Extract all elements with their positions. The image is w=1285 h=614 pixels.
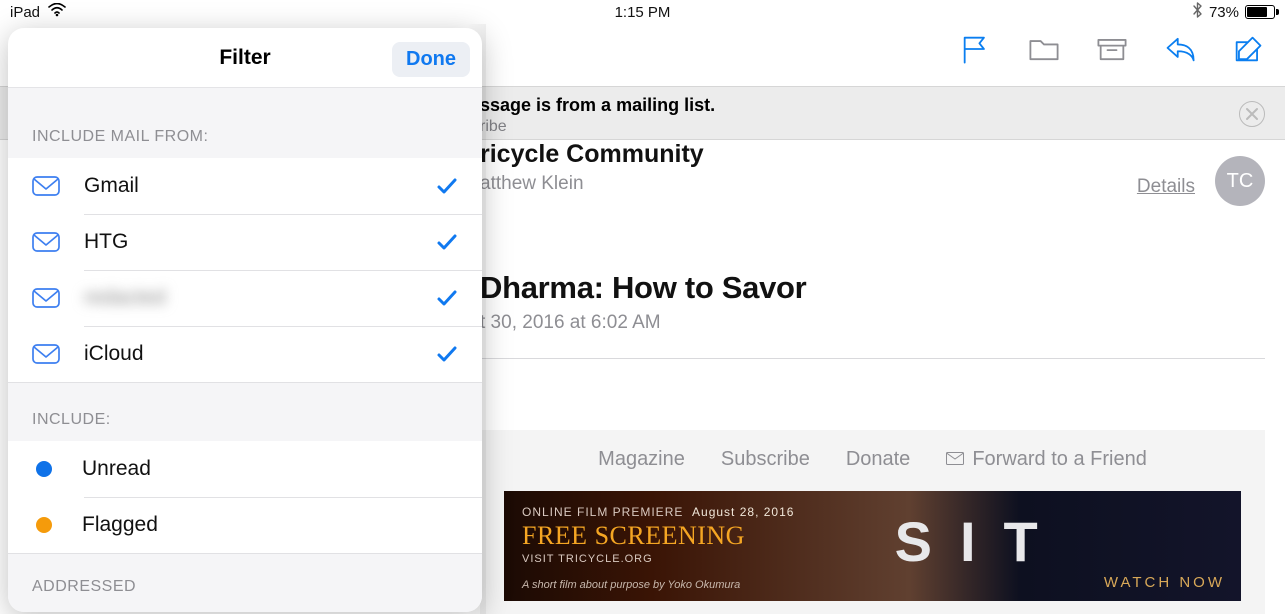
nav-link[interactable]: Magazine [598,448,685,471]
done-button[interactable]: Done [392,42,470,77]
message-header: ricycle Community atthew Klein Details T… [480,140,1265,195]
status-dot-icon [36,517,52,533]
reply-icon[interactable] [1163,34,1197,69]
envelope-icon [946,448,964,471]
close-icon[interactable] [1239,101,1265,127]
status-dot-icon [36,461,52,477]
status-bar: iPad 1:15 PM 73% [0,0,1285,24]
mail-icon [32,344,60,364]
device-label: iPad [10,4,40,21]
newsletter-nav: Magazine Subscribe Donate Forward to a F… [504,448,1241,471]
account-row[interactable]: iCloud [8,326,482,382]
checkmark-icon [436,231,458,253]
account-label: iCloud [84,342,144,366]
flag-icon[interactable] [959,34,993,69]
include-row[interactable]: Unread [8,441,482,497]
account-label: redacted [84,286,166,310]
archive-icon[interactable] [1095,34,1129,69]
checkmark-icon [436,287,458,309]
checkmark-icon [436,175,458,197]
filter-popover: Filter Done INCLUDE MAIL FROM: Gmail HTG r… [8,28,482,612]
nav-link[interactable]: Subscribe [721,448,810,471]
nav-link[interactable]: Donate [846,448,911,471]
subject-block: Dharma: How to Savor t 30, 2016 at 6:02 … [480,270,1265,334]
include-label: Flagged [82,513,158,537]
avatar[interactable]: TC [1215,156,1265,206]
popover-title: Filter [219,46,270,70]
message-body: Magazine Subscribe Donate Forward to a F… [480,430,1265,614]
promo-banner[interactable]: ONLINE FILM PREMIERE August 28, 2016 FRE… [504,491,1241,601]
section-header-addressed: ADDRESSED [8,554,482,612]
checkmark-icon [436,343,458,365]
account-row[interactable]: Gmail [8,158,482,214]
section-header-accounts: INCLUDE MAIL FROM: [8,88,482,158]
account-label: Gmail [84,174,139,198]
nav-link[interactable]: Forward to a Friend [946,448,1147,471]
popover-header: Filter Done [8,28,482,88]
account-label: HTG [84,230,128,254]
notice-subtext: ribe [480,118,715,136]
message-date: t 30, 2016 at 6:02 AM [480,312,1265,334]
bluetooth-icon [1192,2,1203,22]
mail-icon [32,232,60,252]
include-list: Unread Flagged [8,441,482,554]
folder-icon[interactable] [1027,34,1061,69]
mail-icon [32,176,60,196]
divider [480,358,1265,359]
battery-icon [1245,5,1275,19]
section-header-include: INCLUDE: [8,383,482,441]
include-row[interactable]: Flagged [8,497,482,553]
wifi-icon [48,3,66,21]
details-link[interactable]: Details [1137,176,1195,198]
include-label: Unread [82,457,151,481]
mail-icon [32,288,60,308]
notice-text: ssage is from a mailing list. [480,95,715,116]
accounts-list: Gmail HTG redacted iCloud [8,158,482,383]
account-row[interactable]: redacted [8,270,482,326]
sender-name: ricycle Community [480,140,1265,169]
mail-toolbar [959,34,1265,69]
compose-icon[interactable] [1231,34,1265,69]
account-row[interactable]: HTG [8,214,482,270]
clock: 1:15 PM [615,4,671,21]
battery-label: 73% [1209,4,1239,21]
subject: Dharma: How to Savor [480,270,1265,306]
